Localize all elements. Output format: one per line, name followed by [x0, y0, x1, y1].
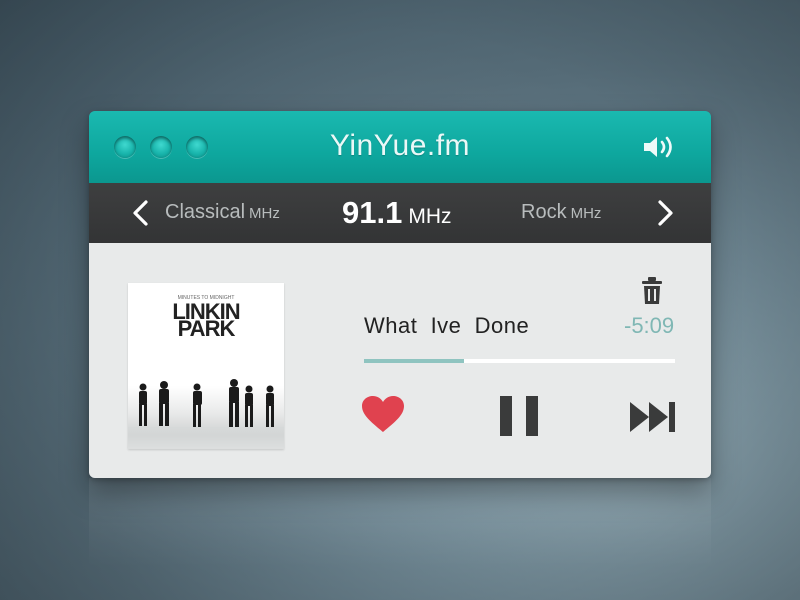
progress-bar-fill — [364, 359, 464, 363]
station-previous-unit: MHz — [249, 205, 280, 222]
station-previous[interactable]: Classical MHz — [165, 201, 280, 224]
station-previous-name: Classical — [165, 201, 246, 223]
album-cover: MINUTES TO MIDNIGHT LINKIN PARK — [128, 283, 284, 449]
heart-icon[interactable] — [361, 395, 405, 433]
chevron-right-icon[interactable] — [653, 199, 677, 227]
band-silhouettes-image — [128, 379, 284, 449]
title-bar: YinYue.fm — [89, 111, 711, 184]
radio-player-window: YinYue.fm Classical MHz 91.1 MHz Rock MHz M… — [89, 111, 711, 478]
station-next[interactable]: Rock MHz — [521, 201, 601, 224]
station-next-name: Rock — [521, 201, 567, 223]
station-next-unit: MHz — [570, 205, 602, 222]
station-current-unit: MHz — [408, 205, 452, 228]
station-selector: Classical MHz 91.1 MHz Rock MHz — [89, 183, 711, 243]
station-current: 91.1 MHz — [342, 195, 452, 231]
progress-bar[interactable] — [364, 359, 675, 363]
skip-forward-icon[interactable] — [630, 402, 676, 432]
station-current-frequency: 91.1 — [342, 195, 403, 230]
chevron-left-icon[interactable] — [129, 199, 153, 227]
player-reflection — [89, 478, 711, 568]
trash-icon[interactable] — [640, 277, 664, 305]
now-playing-panel: MINUTES TO MIDNIGHT LINKIN PARK What Ive… — [89, 243, 711, 478]
app-title: YinYue.fm — [329, 129, 471, 162]
volume-icon[interactable] — [642, 135, 676, 159]
time-remaining: -5:09 — [624, 313, 675, 338]
pause-icon[interactable] — [500, 396, 538, 436]
track-title: What Ive Done — [364, 313, 530, 338]
